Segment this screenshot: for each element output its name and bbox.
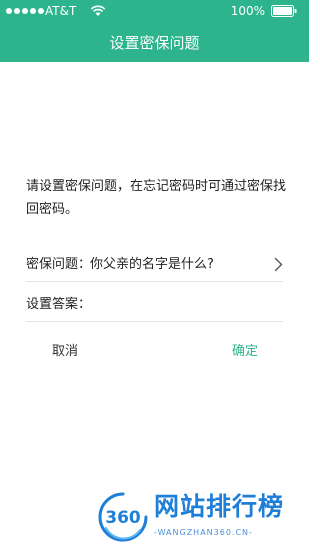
answer-input[interactable] <box>90 293 283 317</box>
battery-percentage: 100% <box>230 4 265 18</box>
cancel-button[interactable]: 取消 <box>40 340 90 364</box>
wifi-icon <box>90 5 106 16</box>
security-question-screen: AT&T 100% 设置密保问题 请设置密保问题，在忘记密码时可通过密保找回密码… <box>0 0 309 550</box>
battery-icon <box>271 5 297 17</box>
header: AT&T 100% 设置密保问题 <box>0 0 309 62</box>
watermark-title: 网站排行榜 <box>154 492 285 521</box>
watermark-logo: 360 <box>98 492 148 542</box>
chevron-right-icon <box>274 257 283 272</box>
question-value: 你父亲的名字是什么? <box>90 257 214 272</box>
carrier-name: AT&T <box>45 4 77 18</box>
confirm-button[interactable]: 确定 <box>220 340 270 364</box>
question-label: 密保问题： <box>26 257 92 272</box>
answer-row: 设置答案： <box>26 290 283 322</box>
signal-strength-icon <box>6 8 44 14</box>
page-title: 设置密保问题 <box>109 34 200 52</box>
watermark-url: -WANGZHAN360.CN- <box>154 528 253 537</box>
status-bar: AT&T 100% <box>0 0 309 22</box>
instruction-text: 请设置密保问题，在忘记密码时可通过密保找回密码。 <box>26 179 287 217</box>
security-question-selector[interactable]: 密保问题： 你父亲的名字是什么? <box>26 250 283 282</box>
svg-text:360: 360 <box>105 508 141 528</box>
answer-label: 设置答案： <box>26 297 92 312</box>
watermark: 360 网站排行榜 -WANGZHAN360.CN- <box>92 490 309 550</box>
